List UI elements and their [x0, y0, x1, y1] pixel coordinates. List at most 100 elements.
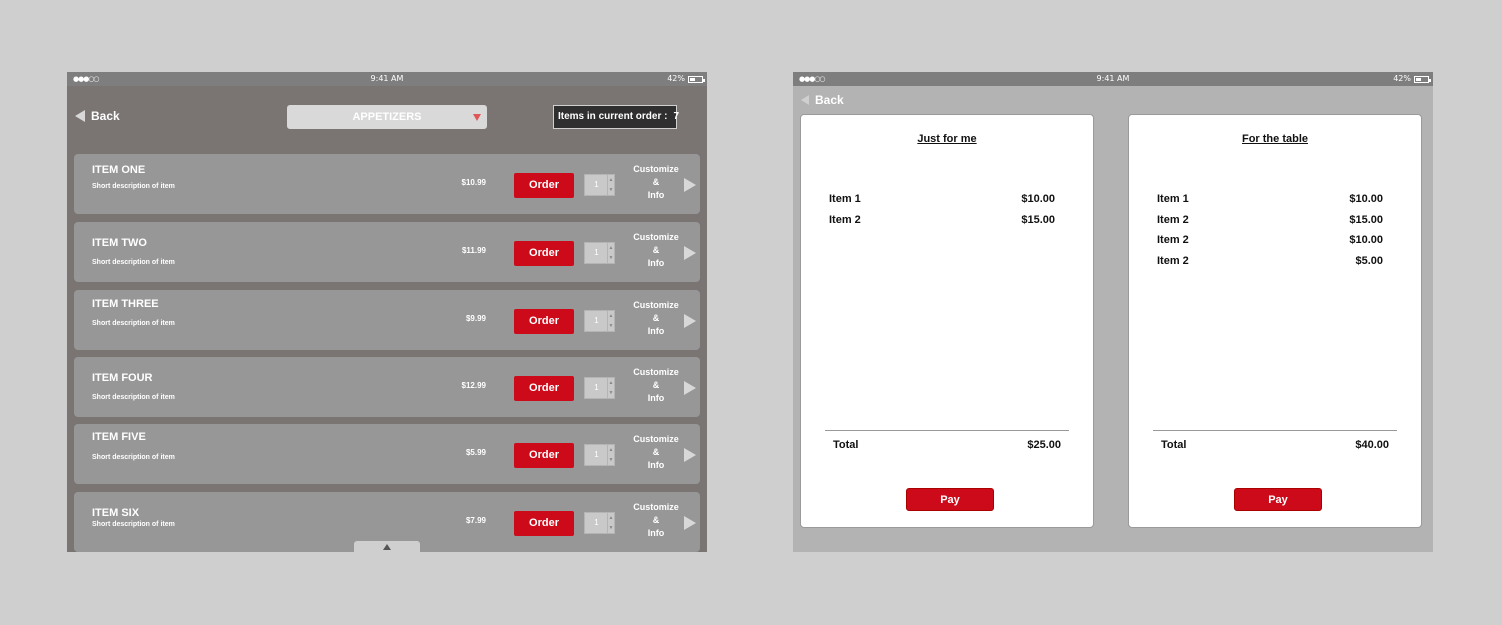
line-label: Item 2 [1157, 234, 1189, 246]
item-name: ITEM TWO [92, 237, 147, 249]
back-arrow-icon [75, 110, 85, 122]
total-label: Total [833, 439, 859, 451]
scroll-up-tab[interactable] [354, 541, 420, 552]
chevron-right-icon[interactable] [684, 448, 696, 462]
customize-ampersand: & [652, 313, 660, 323]
divider [1153, 430, 1397, 431]
quantity-value: 1 [594, 180, 599, 189]
battery-icon [688, 75, 705, 83]
line-amount: $10.00 [1021, 193, 1055, 205]
line-label: Item 1 [1157, 193, 1189, 205]
status-bar: ●●●○○ 9:41 AM 42% [793, 72, 1433, 86]
order-button[interactable]: Order [514, 241, 574, 266]
item-price: $11.99 [461, 246, 486, 255]
menu-item-row: ITEM THREE Short description of item $9.99… [74, 290, 700, 350]
bill-screen: ●●●○○ 9:41 AM 42% Back Just for me Item 1… [793, 72, 1433, 552]
customize-ampersand: & [652, 515, 660, 525]
quantity-stepper[interactable]: 1 ▲ ▼ [584, 310, 615, 332]
stepper-arrows-icon[interactable]: ▲ ▼ [607, 175, 614, 195]
pay-button[interactable]: Pay [906, 488, 994, 511]
item-name: ITEM FOUR [92, 372, 153, 384]
chevron-right-icon[interactable] [684, 246, 696, 260]
item-price: $9.99 [465, 314, 486, 323]
quantity-stepper[interactable]: 1 ▲ ▼ [584, 377, 615, 399]
customize-ampersand: & [652, 447, 660, 457]
stepper-arrows-icon[interactable]: ▲ ▼ [607, 513, 614, 533]
line-label: Item 2 [1157, 254, 1189, 267]
menu-screen: ●●●○○ 9:41 AM 42% Back APPETIZERS Items … [67, 72, 707, 552]
item-description: Short description of item [92, 394, 175, 401]
line-label: Item 1 [829, 193, 861, 205]
total-label: Total [1161, 439, 1187, 451]
back-button[interactable]: Back [801, 93, 844, 107]
item-description: Short description of item [92, 320, 175, 327]
quantity-stepper[interactable]: 1 ▲ ▼ [584, 444, 615, 466]
quantity-value: 1 [594, 383, 599, 392]
line-amount: $5.00 [1355, 254, 1383, 267]
chevron-right-icon[interactable] [684, 314, 696, 328]
order-button[interactable]: Order [514, 309, 574, 334]
pay-button[interactable]: Pay [1234, 488, 1322, 511]
order-count-label: Items in current order : [558, 111, 668, 122]
item-name: ITEM SIX [92, 507, 140, 519]
customize-info-link[interactable]: Customize & Info [632, 299, 680, 338]
back-label: Back [91, 109, 120, 123]
back-label: Back [815, 93, 844, 107]
menu-item-row: ITEM FOUR Short description of item $12.99… [74, 357, 700, 417]
customize-info-link[interactable]: Customize & Info [632, 501, 680, 540]
chevron-up-icon [383, 544, 391, 550]
item-name: ITEM ONE [92, 164, 146, 176]
quantity-stepper[interactable]: 1 ▲ ▼ [584, 512, 615, 534]
total-amount: $40.00 [1355, 439, 1389, 451]
item-description: Short description of item [92, 521, 175, 528]
order-button[interactable]: Order [514, 173, 574, 198]
chevron-right-icon[interactable] [684, 178, 696, 192]
customize-info-link[interactable]: Customize & Info [632, 433, 680, 472]
item-price: $12.99 [461, 381, 486, 390]
item-name: ITEM FIVE [92, 431, 146, 443]
bill-total: Total $25.00 [833, 439, 1061, 453]
bill-card: Just for me Item 1 $10.00 Item 2 $15.00 Total… [800, 114, 1094, 528]
customize-label: Customize [633, 232, 679, 242]
stepper-arrows-icon[interactable]: ▲ ▼ [607, 311, 614, 331]
line-amount: $10.00 [1349, 193, 1383, 205]
dropdown-caret-icon [473, 114, 481, 121]
bill-title: For the table [1241, 133, 1308, 145]
bill-total: Total $40.00 [1161, 439, 1389, 453]
order-button[interactable]: Order [514, 443, 574, 468]
customize-info-link[interactable]: Customize & Info [632, 231, 680, 270]
divider [825, 430, 1069, 431]
quantity-stepper[interactable]: 1 ▲ ▼ [584, 174, 615, 196]
chevron-right-icon[interactable] [684, 516, 696, 530]
customize-label: Customize [633, 502, 679, 512]
quantity-stepper[interactable]: 1 ▲ ▼ [584, 242, 615, 264]
back-button[interactable]: Back [75, 109, 120, 123]
order-button[interactable]: Order [514, 511, 574, 536]
customize-info-link[interactable]: Customize & Info [632, 163, 680, 202]
stepper-arrows-icon[interactable]: ▲ ▼ [607, 378, 614, 398]
bill-line-item: Item 1 $10.00 [829, 193, 1055, 207]
item-description: Short description of item [92, 183, 175, 190]
customize-info-label: Info [647, 393, 665, 403]
line-amount: $15.00 [1349, 213, 1383, 226]
item-price: $5.99 [465, 448, 486, 457]
bill-line-item: Item 2 $10.00 [1157, 234, 1383, 248]
quantity-value: 1 [594, 248, 599, 257]
quantity-value: 1 [594, 316, 599, 325]
order-button[interactable]: Order [514, 376, 574, 401]
category-dropdown[interactable]: APPETIZERS [287, 105, 487, 129]
line-amount: $10.00 [1349, 234, 1383, 246]
stepper-arrows-icon[interactable]: ▲ ▼ [607, 243, 614, 263]
menu-item-row: ITEM ONE Short description of item $10.99 O… [74, 154, 700, 214]
line-amount: $15.00 [1021, 213, 1055, 226]
stepper-arrows-icon[interactable]: ▲ ▼ [607, 445, 614, 465]
customize-info-link[interactable]: Customize & Info [632, 366, 680, 405]
bill-line-item: Item 2 $15.00 [829, 214, 1055, 228]
chevron-right-icon[interactable] [684, 381, 696, 395]
total-amount: $25.00 [1027, 439, 1061, 451]
bill-line-item: Item 1 $10.00 [1157, 193, 1383, 207]
customize-label: Customize [633, 164, 679, 174]
status-bar: ●●●○○ 9:41 AM 42% [67, 72, 707, 86]
bill-line-item: Item 2 $5.00 [1157, 255, 1383, 269]
battery-percent: 42% [1393, 74, 1411, 83]
